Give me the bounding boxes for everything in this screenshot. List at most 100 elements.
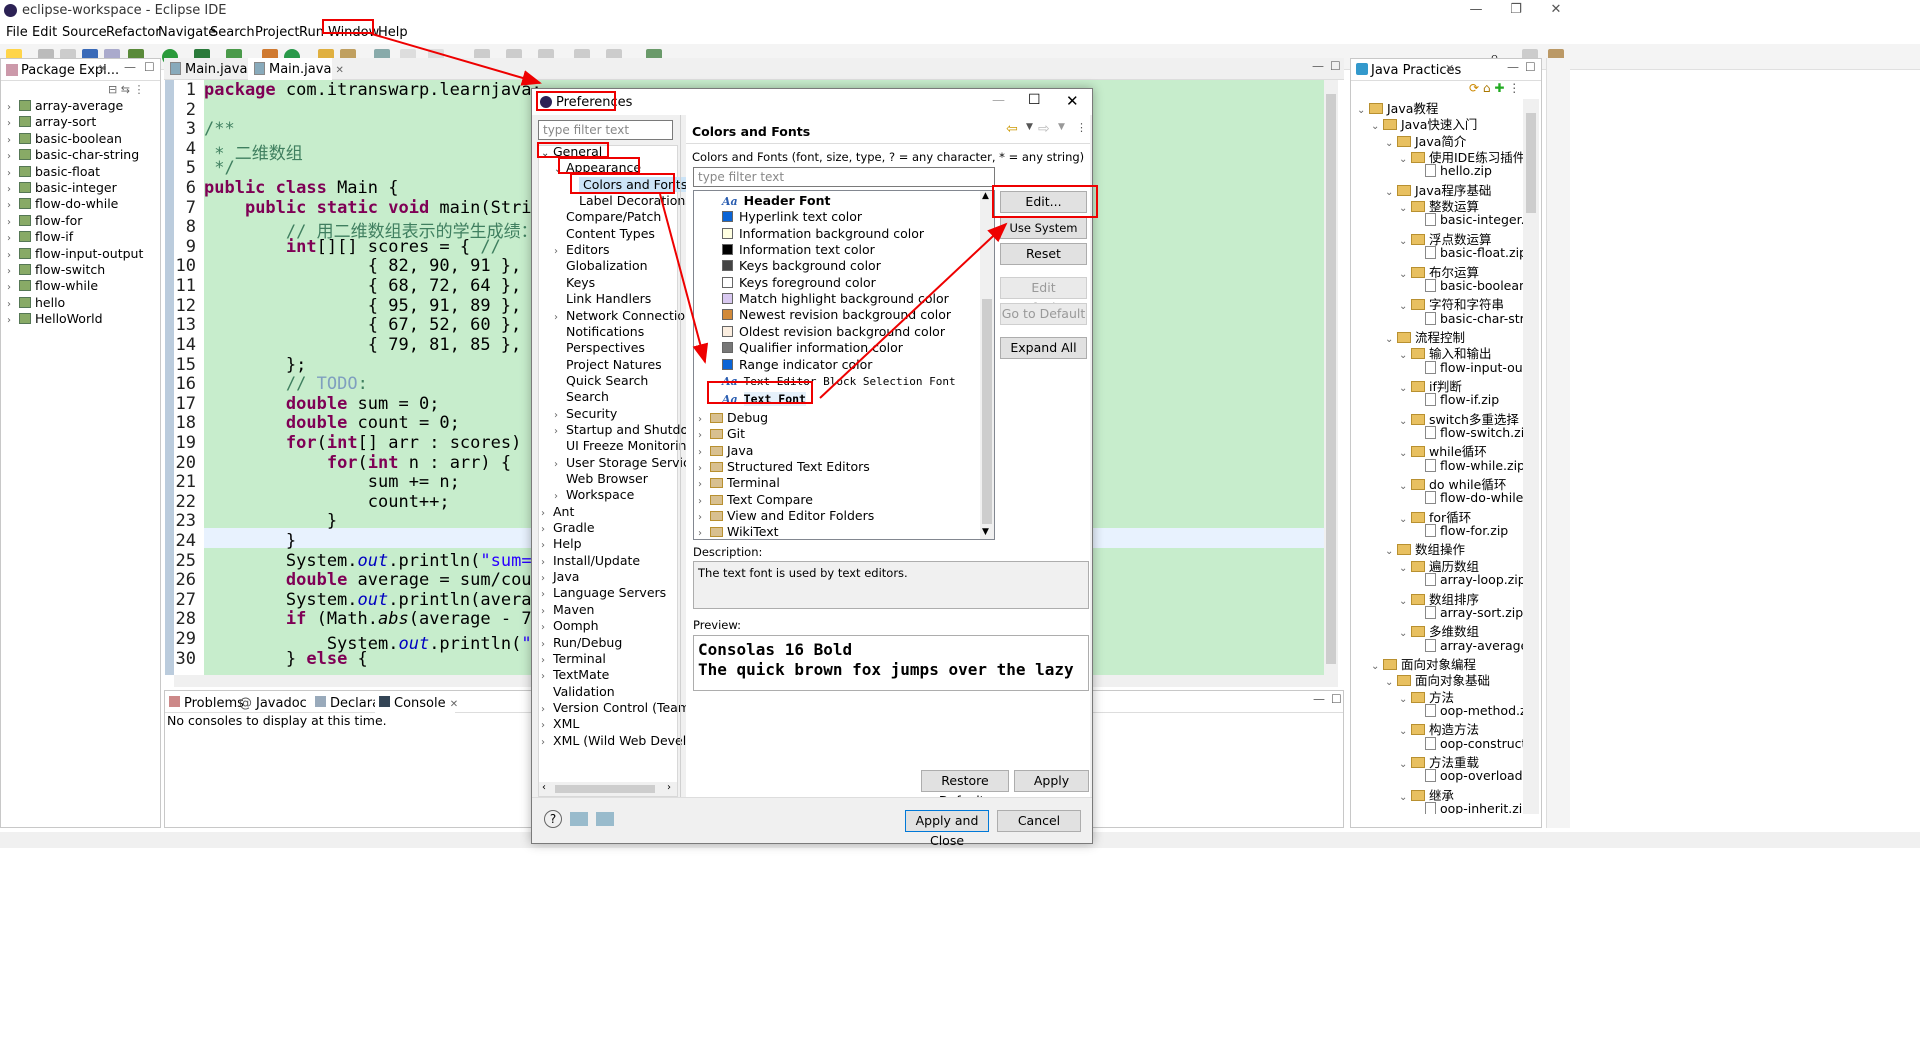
editor-vertical-scrollbar[interactable] [1324, 80, 1338, 675]
colors-fonts-group[interactable]: › View and Editor Folders [698, 508, 874, 523]
pref-tree-item[interactable]: Perspectives [554, 340, 645, 355]
pref-tree-item[interactable]: › Run/Debug [541, 635, 622, 650]
colors-fonts-group[interactable]: › Text Compare [698, 492, 813, 507]
practice-file[interactable]: flow-for.zip [1413, 523, 1508, 538]
pref-tree-item[interactable]: › Oomph [541, 618, 599, 633]
chevron-right-icon[interactable]: › [541, 508, 553, 519]
chevron-down-icon[interactable]: ⌄ [1371, 661, 1383, 672]
add-icon[interactable]: ✚ [1494, 81, 1504, 95]
chevron-right-icon[interactable]: › [7, 299, 19, 310]
pref-tree-item[interactable]: › Ant [541, 504, 574, 519]
package-explorer-item[interactable]: › basic-char-string [7, 147, 139, 162]
practice-file[interactable]: flow-if.zip [1413, 392, 1499, 407]
package-explorer-item[interactable]: › hello [7, 295, 65, 310]
menu-search[interactable]: Search [210, 25, 255, 40]
chevron-down-icon[interactable]: ⌄ [1399, 154, 1411, 165]
package-explorer-item[interactable]: › flow-input-output [7, 246, 143, 261]
chevron-right-icon[interactable]: › [541, 589, 553, 600]
colors-fonts-group[interactable]: › Structured Text Editors [698, 459, 870, 474]
chevron-down-icon[interactable]: ⌄ [1399, 694, 1411, 705]
chevron-right-icon[interactable]: › [7, 168, 19, 179]
pref-tree-item[interactable]: › TextMate [541, 667, 609, 682]
chevron-down-icon[interactable]: ⌄ [1385, 187, 1397, 198]
chevron-right-icon[interactable]: › [541, 720, 553, 731]
practice-file[interactable]: array-loop.zip [1413, 572, 1523, 587]
chevron-right-icon[interactable]: › [7, 135, 19, 146]
practice-file[interactable]: basic-integer.zip [1413, 212, 1523, 227]
pref-tree-item[interactable]: › Help [541, 536, 582, 551]
scroll-left-icon[interactable]: ‹ [542, 782, 546, 793]
colors-tree-scrollbar[interactable]: ▲ ▼ [980, 191, 994, 539]
chevron-down-icon[interactable]: ⌄ [1399, 628, 1411, 639]
editor-tab-1[interactable]: Main.java [170, 62, 247, 77]
import-icon[interactable] [570, 812, 588, 826]
scroll-right-icon[interactable]: › [667, 782, 671, 793]
pref-tree-item[interactable]: › Terminal [541, 651, 606, 666]
apply-button[interactable]: Apply [1014, 770, 1089, 792]
package-explorer-item[interactable]: › flow-while [7, 278, 98, 293]
pref-tree-item[interactable]: Notifications [554, 324, 644, 339]
chevron-right-icon[interactable]: › [541, 671, 553, 682]
practice-file[interactable]: flow-do-while.zip [1413, 490, 1523, 505]
pref-tree-item[interactable]: › User Storage Service [554, 455, 698, 470]
practice-file[interactable]: array-sort.zip [1413, 605, 1523, 620]
expand-all-button[interactable]: Expand All [1000, 337, 1087, 359]
chevron-down-icon[interactable]: ⌄ [1399, 514, 1411, 525]
chevron-down-icon[interactable]: ⌄ [1399, 301, 1411, 312]
chevron-down-icon[interactable]: ⌄ [1399, 448, 1411, 459]
restore-defaults-button[interactable]: Restore Defaults [921, 770, 1009, 808]
practice-file[interactable]: array-average.zip [1413, 638, 1523, 653]
chevron-right-icon[interactable]: › [554, 426, 566, 437]
chevron-right-icon[interactable]: › [698, 447, 710, 458]
chevron-down-icon[interactable]: ⌄ [1399, 759, 1411, 770]
practice-file[interactable]: flow-switch.zip [1413, 425, 1523, 440]
colors-fonts-group[interactable]: › WikiText [698, 524, 779, 539]
chevron-right-icon[interactable]: › [541, 737, 553, 748]
java-practices-scrollbar[interactable] [1523, 99, 1539, 814]
pref-tree-item[interactable]: › Maven [541, 602, 594, 617]
pref-tree-item[interactable]: Content Types [554, 226, 655, 241]
sync-icon[interactable]: ⟳ [1469, 81, 1479, 95]
cancel-button[interactable]: Cancel [997, 810, 1081, 832]
practice-file[interactable]: basic-float.zip [1413, 245, 1523, 260]
reset-button[interactable]: Reset [1000, 243, 1087, 265]
chevron-right-icon[interactable]: › [7, 102, 19, 113]
scroll-up-icon[interactable]: ▲ [982, 191, 989, 201]
chevron-down-icon[interactable]: ⌄ [1399, 269, 1411, 280]
colors-fonts-item[interactable]: Qualifier information color [722, 340, 903, 355]
chevron-right-icon[interactable]: › [698, 414, 710, 425]
dialog-minimize-button[interactable]: — [992, 93, 1005, 108]
practice-file[interactable]: oop-overload.zip [1413, 768, 1523, 783]
chevron-down-icon[interactable]: ⌄ [1357, 105, 1369, 116]
chevron-right-icon[interactable]: › [554, 312, 566, 323]
scroll-down-icon[interactable]: ▼ [982, 527, 989, 537]
view-menu-icon[interactable]: ⋮ [133, 83, 144, 96]
colors-fonts-item[interactable]: Oldest revision background color [722, 324, 945, 339]
practice-file[interactable]: hello.zip [1413, 163, 1492, 178]
practice-file[interactable]: basic-char-string.zi [1413, 311, 1523, 326]
chevron-right-icon[interactable]: › [541, 524, 553, 535]
forward-menu-icon[interactable]: ▼ [1058, 122, 1065, 132]
link-editor-icon[interactable]: ⇆ [121, 83, 130, 96]
chevron-right-icon[interactable]: › [7, 282, 19, 293]
chevron-right-icon[interactable]: › [554, 491, 566, 502]
package-explorer-item[interactable]: › array-average [7, 98, 123, 113]
pref-tree-item[interactable]: Validation [541, 684, 615, 699]
pref-tree-item[interactable]: Keys [554, 275, 595, 290]
home-icon[interactable]: ⌂ [1483, 81, 1491, 95]
colors-fonts-item[interactable]: Keys foreground color [722, 275, 876, 290]
practice-file[interactable]: flow-while.zip [1413, 458, 1523, 473]
package-explorer-item[interactable]: › HelloWorld [7, 311, 103, 326]
chevron-right-icon[interactable]: › [7, 200, 19, 211]
pref-tree-item[interactable]: › Install/Update [541, 553, 640, 568]
menu-file[interactable]: File [6, 25, 28, 40]
colors-fonts-group[interactable]: › Terminal [698, 475, 780, 490]
chevron-right-icon[interactable]: › [7, 233, 19, 244]
collapse-all-icon[interactable]: ⊟ [108, 83, 117, 96]
colors-fonts-group[interactable]: › Java [698, 443, 753, 458]
chevron-right-icon[interactable]: › [7, 184, 19, 195]
pref-tree-item[interactable]: UI Freeze Monitoring [554, 438, 694, 453]
colors-fonts-item[interactable]: Aa Header Font [722, 193, 830, 208]
tree-horizontal-scrollbar[interactable]: ‹ › [539, 782, 677, 796]
chevron-right-icon[interactable]: › [541, 639, 553, 650]
